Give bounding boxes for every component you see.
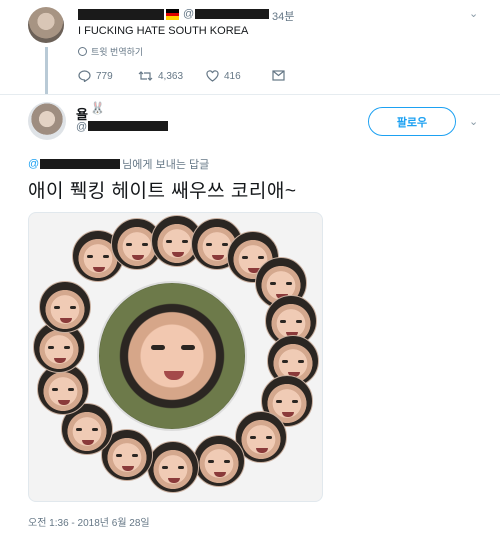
rabbit-emoji-icon: 🐰 xyxy=(90,101,105,115)
chevron-down-icon[interactable]: ⌄ xyxy=(469,7,478,20)
tweet-image[interactable] xyxy=(28,212,323,502)
author-avatar[interactable] xyxy=(28,7,64,43)
handle-at-symbol: @ xyxy=(76,121,88,133)
reply-icon xyxy=(78,70,91,82)
center-meme-face xyxy=(97,281,247,431)
retweet-icon xyxy=(138,71,153,81)
globe-icon xyxy=(78,47,87,56)
tweet-divider xyxy=(0,94,500,95)
tweet-time[interactable]: 34분 xyxy=(272,8,294,24)
meme-face xyxy=(147,441,199,493)
retweet-button[interactable]: 4,363 xyxy=(138,70,183,82)
tweet-actions: 779 4,363 416 xyxy=(78,70,308,84)
tweet-timestamp[interactable]: 오전 1:36 - 2018년 6월 28일 xyxy=(28,514,150,529)
meme-face xyxy=(193,435,245,487)
tweet-text: I FUCKING HATE SOUTH KOREA xyxy=(78,25,249,37)
redacted-reply-handle xyxy=(40,159,121,169)
reply-count: 779 xyxy=(96,70,113,82)
translate-tweet-link[interactable]: 트윗 번역하기 xyxy=(78,45,143,58)
translate-label: 트윗 번역하기 xyxy=(91,47,144,57)
meme-face xyxy=(39,281,91,333)
retweet-count: 4,363 xyxy=(158,70,184,82)
like-count: 416 xyxy=(224,70,241,82)
thread-connector xyxy=(45,47,48,95)
like-icon xyxy=(206,70,219,82)
follow-button[interactable]: 팔로우 xyxy=(368,107,456,136)
germany-flag-emoji xyxy=(166,9,179,20)
handle-at-symbol: @ xyxy=(183,8,195,20)
reply-tweet-text: 애이 풱킹 헤이트 쌔우쓰 코리애~ xyxy=(28,181,297,202)
reply-at-symbol[interactable]: @ xyxy=(28,158,39,170)
redacted-handle xyxy=(88,121,168,131)
redacted-display-name xyxy=(78,9,164,20)
replying-to: @ 님에게 보내는 답글 xyxy=(28,156,209,172)
message-icon xyxy=(272,70,285,81)
redacted-handle xyxy=(195,9,269,19)
chevron-down-icon[interactable]: ⌄ xyxy=(469,115,478,128)
reply-to-label: 님에게 보내는 답글 xyxy=(122,159,210,171)
message-button[interactable] xyxy=(272,70,285,81)
like-button[interactable]: 416 xyxy=(206,70,241,82)
reply-button[interactable]: 779 xyxy=(78,70,113,82)
reply-author-avatar[interactable] xyxy=(28,102,66,140)
